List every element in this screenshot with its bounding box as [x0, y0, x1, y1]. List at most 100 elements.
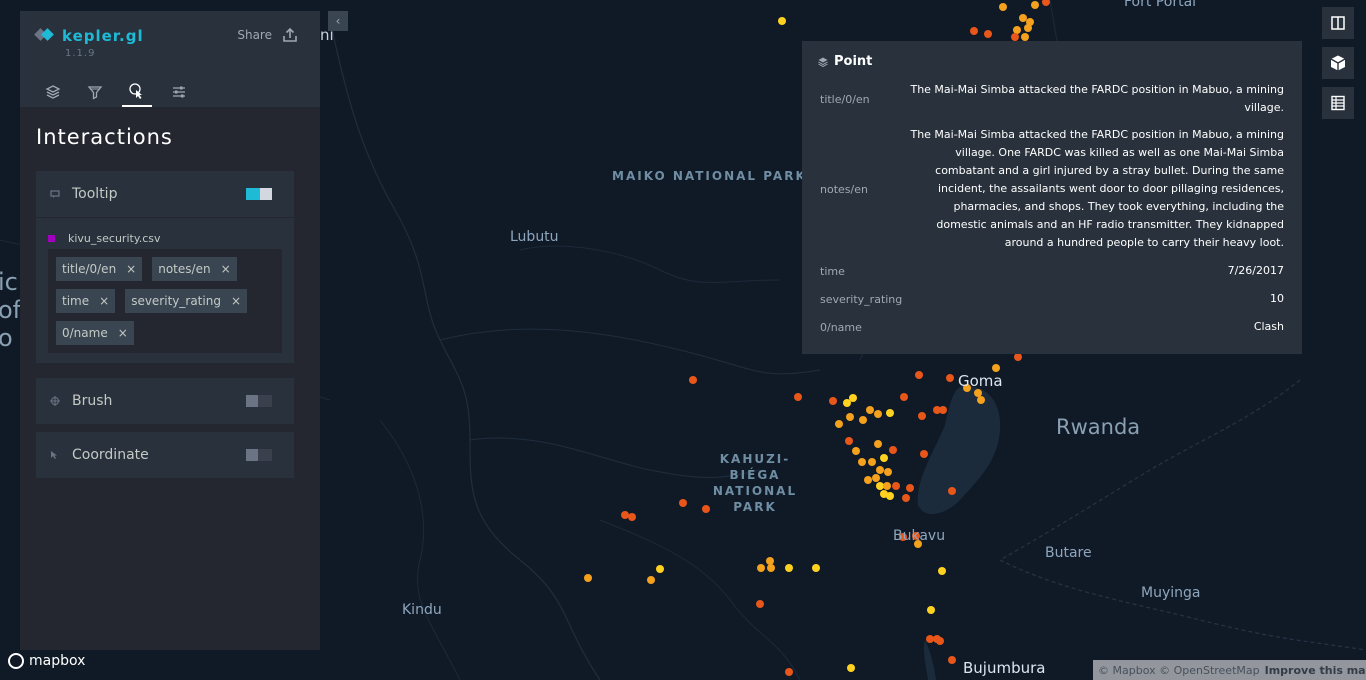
tooltip-row-value: The Mai-Mai Simba attacked the FARDC pos…	[910, 83, 1284, 114]
event-point[interactable]	[902, 494, 910, 502]
event-point[interactable]	[886, 492, 894, 500]
event-point[interactable]	[1011, 33, 1019, 41]
event-point[interactable]	[849, 394, 857, 402]
improve-map-link[interactable]: Improve this map	[1265, 664, 1366, 677]
event-point[interactable]	[584, 574, 592, 582]
event-point[interactable]	[936, 637, 944, 645]
event-point[interactable]	[872, 474, 880, 482]
remove-field-icon[interactable]: ×	[126, 262, 136, 276]
event-point[interactable]	[999, 3, 1007, 11]
event-point[interactable]	[845, 437, 853, 445]
tab-layers[interactable]	[38, 77, 68, 107]
event-point[interactable]	[884, 468, 892, 476]
tab-interactions[interactable]	[122, 77, 152, 107]
event-point[interactable]	[938, 567, 946, 575]
data-table-icon	[1331, 95, 1345, 111]
event-point[interactable]	[756, 600, 764, 608]
event-point[interactable]	[1042, 0, 1050, 6]
tooltip-config-header[interactable]: Tooltip	[36, 171, 294, 217]
tab-map-settings[interactable]	[164, 77, 194, 107]
event-point[interactable]	[880, 454, 888, 462]
event-point[interactable]	[948, 487, 956, 495]
event-point[interactable]	[889, 446, 897, 454]
event-point[interactable]	[939, 406, 947, 414]
tab-filters[interactable]	[80, 77, 110, 107]
coordinate-config-header[interactable]: Coordinate	[36, 432, 294, 478]
event-point[interactable]	[785, 668, 793, 676]
event-point[interactable]	[852, 447, 860, 455]
event-point[interactable]	[794, 393, 802, 401]
event-point[interactable]	[926, 635, 934, 643]
event-point[interactable]	[1021, 33, 1029, 41]
event-point[interactable]	[812, 564, 820, 572]
event-point[interactable]	[689, 376, 697, 384]
event-point[interactable]	[974, 389, 982, 397]
event-point[interactable]	[883, 482, 891, 490]
event-point[interactable]	[858, 458, 866, 466]
event-point[interactable]	[766, 557, 774, 565]
event-point[interactable]	[656, 565, 664, 573]
split-map-button[interactable]	[1322, 7, 1354, 39]
event-point[interactable]	[868, 458, 876, 466]
event-point[interactable]	[778, 17, 786, 25]
data-table-button[interactable]	[1322, 87, 1354, 119]
event-point[interactable]	[874, 410, 882, 418]
event-point[interactable]	[984, 30, 992, 38]
collapse-panel-button[interactable]: ‹	[328, 11, 348, 31]
event-point[interactable]	[1019, 14, 1027, 22]
remove-field-icon[interactable]: ×	[118, 326, 128, 340]
brush-toggle[interactable]	[246, 395, 272, 407]
event-point[interactable]	[876, 482, 884, 490]
event-point[interactable]	[621, 511, 629, 519]
event-point[interactable]	[970, 27, 978, 35]
event-point[interactable]	[864, 476, 872, 484]
event-point[interactable]	[876, 466, 884, 474]
event-point[interactable]	[628, 513, 636, 521]
event-point[interactable]	[946, 374, 954, 382]
share-button[interactable]: Share	[237, 27, 298, 43]
event-point[interactable]	[918, 412, 926, 420]
tooltip-field-selector[interactable]: title/0/en × notes/en × time × severity_rat…	[48, 249, 282, 353]
remove-field-icon[interactable]: ×	[231, 294, 241, 308]
event-point[interactable]	[1014, 353, 1022, 361]
event-point[interactable]	[847, 664, 855, 672]
event-point[interactable]	[906, 484, 914, 492]
coordinate-label: Coordinate	[72, 447, 149, 463]
mapbox-logo-icon	[8, 653, 24, 669]
tooltip-toggle[interactable]	[246, 188, 272, 200]
3d-view-button[interactable]	[1322, 47, 1354, 79]
event-point[interactable]	[846, 413, 854, 421]
remove-field-icon[interactable]: ×	[99, 294, 109, 308]
event-point[interactable]	[785, 564, 793, 572]
event-point[interactable]	[1031, 1, 1039, 9]
event-point[interactable]	[757, 564, 765, 572]
event-point[interactable]	[992, 364, 1000, 372]
event-point[interactable]	[866, 406, 874, 414]
brush-config-header[interactable]: Brush	[36, 378, 294, 424]
event-point[interactable]	[948, 656, 956, 664]
event-point[interactable]	[835, 420, 843, 428]
event-point[interactable]	[900, 393, 908, 401]
event-point[interactable]	[886, 409, 894, 417]
event-point[interactable]	[679, 499, 687, 507]
label-edge-ic: ic	[0, 268, 18, 296]
event-point[interactable]	[927, 606, 935, 614]
event-point[interactable]	[1026, 18, 1034, 26]
event-point[interactable]	[829, 397, 837, 405]
cursor-icon	[48, 448, 62, 462]
event-point[interactable]	[874, 440, 882, 448]
remove-field-icon[interactable]: ×	[221, 262, 231, 276]
event-point[interactable]	[859, 416, 867, 424]
attribution-text[interactable]: © Mapbox © OpenStreetMap	[1098, 664, 1260, 677]
coordinate-toggle[interactable]	[246, 449, 272, 461]
event-point[interactable]	[892, 482, 900, 490]
label-goma: Goma	[958, 372, 1003, 390]
event-point[interactable]	[1013, 26, 1021, 34]
event-point[interactable]	[647, 576, 655, 584]
event-point[interactable]	[920, 450, 928, 458]
event-point[interactable]	[915, 371, 923, 379]
event-point[interactable]	[977, 396, 985, 404]
side-panel-header: kepler.gl 1.1.9 Share	[20, 11, 320, 107]
event-point[interactable]	[767, 564, 775, 572]
mapbox-logo[interactable]: mapbox	[8, 653, 85, 669]
